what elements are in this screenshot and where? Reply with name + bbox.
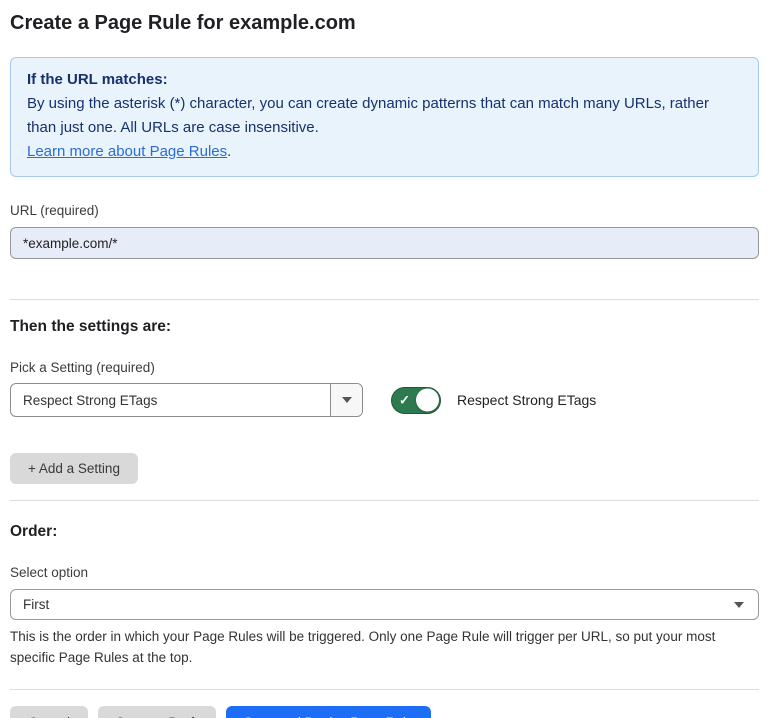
respect-strong-etags-toggle[interactable]: ✓ [391, 387, 441, 414]
divider [10, 689, 759, 690]
cancel-button[interactable]: Cancel [10, 706, 88, 718]
info-box-body: By using the asterisk (*) character, you… [27, 92, 742, 140]
url-field-label: URL (required) [10, 203, 759, 218]
info-box-link-line: Learn more about Page Rules. [27, 140, 742, 164]
setting-dropdown[interactable]: Respect Strong ETags [10, 383, 363, 417]
link-suffix: . [227, 143, 231, 160]
divider [10, 500, 759, 501]
save-and-deploy-button[interactable]: Save and Deploy Page Rule [226, 706, 432, 718]
settings-section-heading: Then the settings are: [10, 318, 759, 336]
setting-dropdown-arrow[interactable] [330, 384, 362, 416]
url-match-info-box: If the URL matches: By using the asteris… [10, 57, 759, 177]
page-title: Create a Page Rule for example.com [10, 0, 759, 35]
order-section-heading: Order: [10, 523, 759, 541]
pick-setting-label: Pick a Setting (required) [10, 360, 759, 375]
learn-more-link[interactable]: Learn more about Page Rules [27, 143, 227, 160]
order-select[interactable]: First [10, 589, 759, 620]
setting-row: Respect Strong ETags ✓ Respect Strong ET… [10, 383, 759, 417]
check-icon: ✓ [399, 394, 410, 407]
chevron-down-icon [734, 602, 744, 608]
info-box-heading: If the URL matches: [27, 68, 742, 92]
chevron-down-icon [342, 397, 352, 403]
toggle-knob [416, 389, 439, 412]
divider [10, 299, 759, 300]
order-select-value: First [23, 597, 49, 612]
setting-dropdown-value: Respect Strong ETags [11, 384, 330, 416]
page-rule-form: Create a Page Rule for example.com If th… [0, 0, 769, 718]
save-as-draft-button[interactable]: Save as Draft [98, 706, 216, 718]
footer-actions: Cancel Save as Draft Save and Deploy Pag… [10, 706, 759, 718]
setting-toggle-group: ✓ Respect Strong ETags [391, 387, 596, 414]
order-select-label: Select option [10, 565, 759, 580]
toggle-label: Respect Strong ETags [457, 392, 596, 408]
url-input[interactable] [10, 227, 759, 259]
add-setting-button[interactable]: + Add a Setting [10, 453, 138, 484]
order-help-text: This is the order in which your Page Rul… [10, 626, 755, 668]
